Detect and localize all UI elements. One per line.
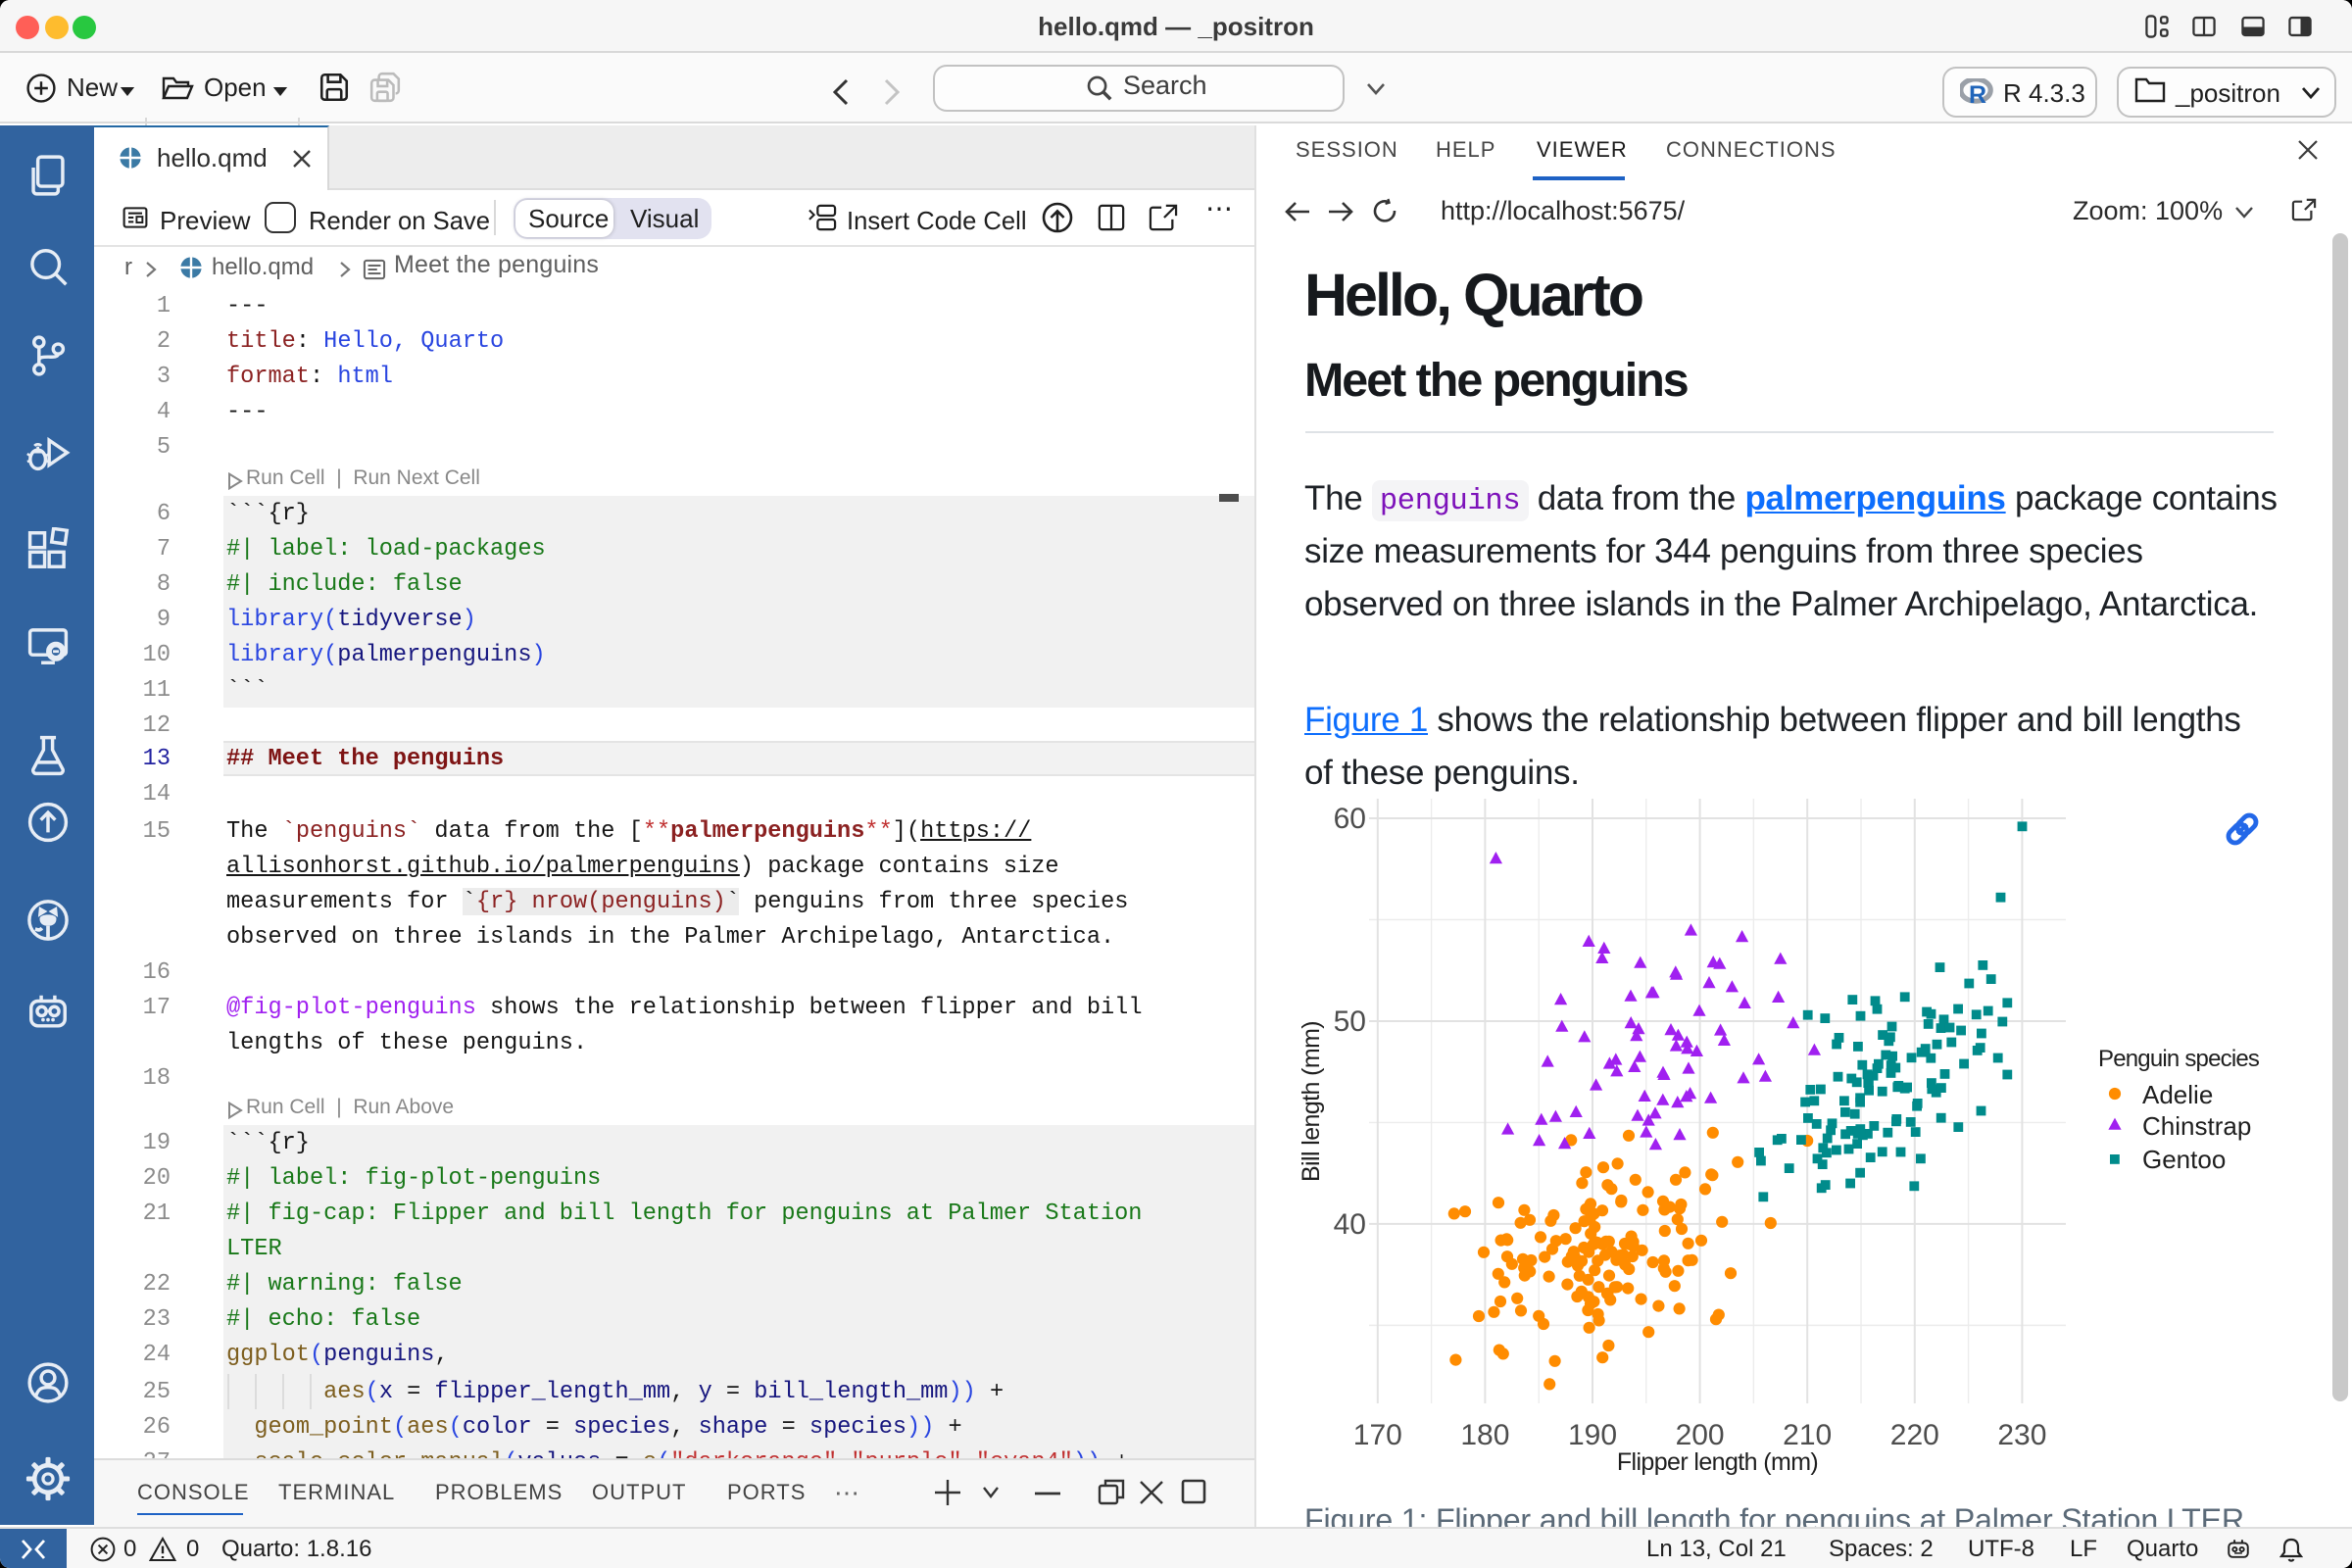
svg-text:Penguin species: Penguin species	[2097, 1045, 2259, 1071]
svg-text:210: 210	[1782, 1418, 1831, 1450]
svg-text:200: 200	[1675, 1418, 1724, 1450]
svg-text:Flipper length (mm): Flipper length (mm)	[1616, 1447, 1817, 1475]
svg-text:Bill length (mm): Bill length (mm)	[1297, 1020, 1324, 1181]
svg-text:Chinstrap: Chinstrap	[2141, 1110, 2250, 1140]
svg-text:40: 40	[1333, 1207, 1365, 1240]
svg-text:Gentoo: Gentoo	[2141, 1144, 2225, 1173]
svg-text:170: 170	[1352, 1418, 1401, 1450]
svg-text:60: 60	[1333, 802, 1365, 834]
svg-text:180: 180	[1459, 1418, 1508, 1450]
svg-text:Adelie: Adelie	[2141, 1079, 2212, 1108]
svg-text:50: 50	[1333, 1004, 1365, 1037]
svg-text:220: 220	[1889, 1418, 1938, 1450]
svg-text:R: R	[1969, 81, 1986, 104]
svg-text:190: 190	[1567, 1418, 1616, 1450]
svg-text:230: 230	[1996, 1418, 2045, 1450]
